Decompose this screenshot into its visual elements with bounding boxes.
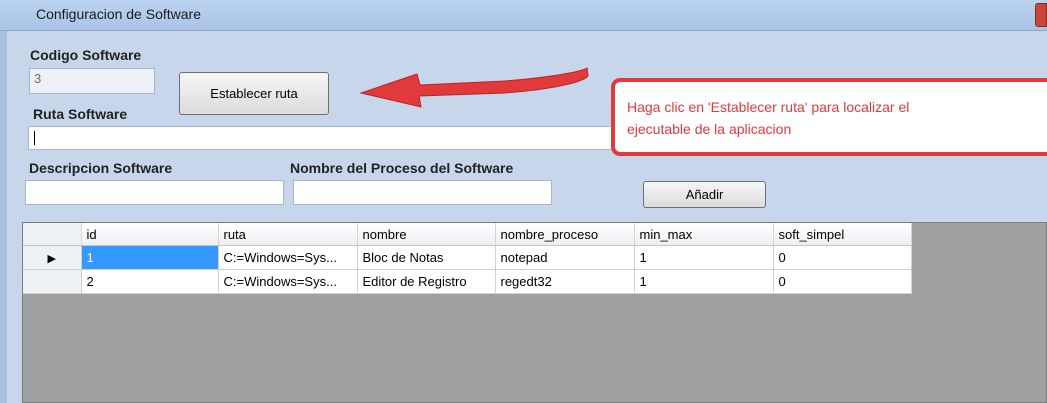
descripcion-field[interactable]: [25, 180, 284, 205]
row-header-2[interactable]: [23, 269, 82, 294]
table-row[interactable]: 2 C:=Windows=Sys... Editor de Registro r…: [23, 269, 912, 294]
column-header-id[interactable]: id: [81, 223, 219, 246]
cell-id[interactable]: 1: [81, 245, 219, 270]
row-header-1[interactable]: ▶: [23, 245, 82, 270]
cell-id[interactable]: 2: [81, 269, 219, 294]
cell-soft-simpel[interactable]: 0: [773, 245, 912, 270]
cell-min-max[interactable]: 1: [634, 245, 774, 270]
cell-nombre[interactable]: Editor de Registro: [357, 269, 496, 294]
table-row[interactable]: ▶ 1 C:=Windows=Sys... Bloc de Notas note…: [23, 245, 912, 270]
callout-line-2: ejecutable de la aplicacion: [627, 121, 792, 137]
cell-min-max[interactable]: 1: [634, 269, 774, 294]
establecer-ruta-button[interactable]: Establecer ruta: [179, 72, 329, 115]
header-row: id ruta nombre nombre_proceso min_max so…: [23, 223, 912, 246]
software-grid[interactable]: id ruta nombre nombre_proceso min_max so…: [22, 222, 1047, 403]
row-header-corner: [23, 223, 82, 246]
close-button[interactable]: [1035, 3, 1047, 27]
column-header-min-max[interactable]: min_max: [634, 223, 774, 246]
cell-nombre[interactable]: Bloc de Notas: [357, 245, 496, 270]
cell-ruta[interactable]: C:=Windows=Sys...: [218, 245, 358, 270]
callout-line-1: Haga clic en 'Establecer ruta' para loca…: [627, 99, 910, 115]
title-bar: Configuracion de Software: [0, 0, 1047, 31]
red-arrow-icon: [359, 67, 589, 108]
cell-soft-simpel[interactable]: 0: [773, 269, 912, 294]
instruction-callout: Haga clic en 'Establecer ruta' para loca…: [611, 78, 1047, 156]
column-header-soft-simpel[interactable]: soft_simpel: [773, 223, 912, 246]
column-header-ruta[interactable]: ruta: [218, 223, 358, 246]
cell-ruta[interactable]: C:=Windows=Sys...: [218, 269, 358, 294]
codigo-value: 3: [34, 71, 42, 86]
ruta-label: Ruta Software: [33, 106, 128, 122]
window-frame-left: [0, 31, 7, 403]
current-row-indicator-icon: ▶: [47, 253, 56, 265]
text-caret: [34, 131, 35, 145]
anadir-button[interactable]: Añadir: [643, 181, 766, 208]
cell-nombre-proceso[interactable]: notepad: [495, 245, 635, 270]
descripcion-label: Descripcion Software: [29, 160, 173, 176]
proceso-field[interactable]: [293, 180, 552, 205]
codigo-label: Codigo Software: [30, 47, 142, 63]
codigo-field[interactable]: 3: [29, 68, 155, 94]
column-header-nombre[interactable]: nombre: [357, 223, 496, 246]
column-header-nombre-proceso[interactable]: nombre_proceso: [495, 223, 635, 246]
window-title: Configuracion de Software: [36, 6, 201, 22]
proceso-label: Nombre del Proceso del Software: [290, 160, 514, 176]
cell-nombre-proceso[interactable]: regedt32: [495, 269, 635, 294]
software-table: id ruta nombre nombre_proceso min_max so…: [23, 223, 912, 294]
